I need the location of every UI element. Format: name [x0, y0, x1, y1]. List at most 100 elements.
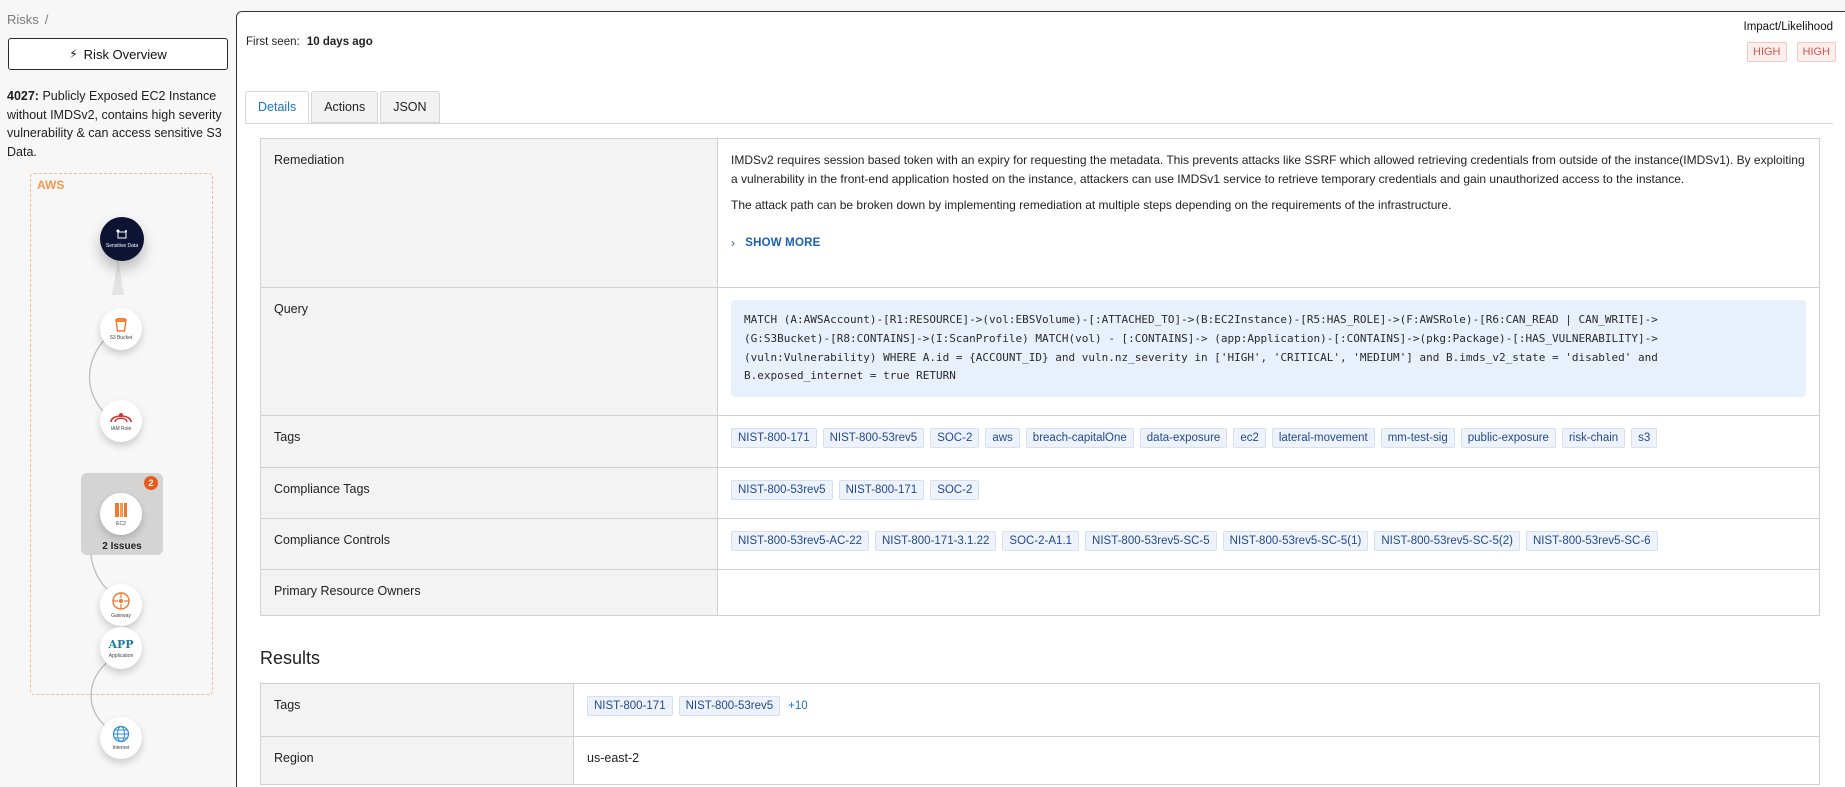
compliance-control-chip[interactable]: NIST-800-171-3.1.22	[875, 531, 997, 551]
chevron-right-icon: ›	[731, 235, 736, 250]
sensitive-data-node[interactable]: Sensitive Data	[100, 217, 144, 261]
details-table: Remediation IMDSv2 requires session base…	[260, 138, 1820, 616]
owners-value	[717, 569, 1820, 616]
tag-chip[interactable]: breach-capitalOne	[1025, 428, 1134, 448]
compliance-control-chip[interactable]: NIST-800-53rev5-SC-6	[1525, 531, 1658, 551]
compliance-controls-value: NIST-800-53rev5-AC-22 NIST-800-171-3.1.2…	[717, 518, 1820, 570]
edge-s3-to-data	[112, 258, 124, 295]
results-tags-label: Tags	[260, 683, 574, 737]
owners-label: Primary Resource Owners	[260, 569, 718, 616]
impact-likelihood-label: Impact/Likelihood	[1743, 21, 1834, 33]
compliance-tags-list: NIST-800-53rev5 NIST-800-171 SOC-2	[731, 480, 1806, 500]
query-code-block: MATCH (A:AWSAccount)-[R1:RESOURCE]->(vol…	[731, 300, 1806, 398]
ec2-issue-badge: 2	[144, 476, 158, 490]
compliance-tag-chip[interactable]: SOC-2	[930, 480, 980, 500]
compliance-controls-list: NIST-800-53rev5-AC-22 NIST-800-171-3.1.2…	[731, 531, 1806, 551]
tab-actions[interactable]: Actions	[311, 91, 379, 123]
edge-internet-to-app	[90, 659, 111, 729]
compliance-control-chip[interactable]: SOC-2-A1.1	[1002, 531, 1080, 551]
compliance-tags-label: Compliance Tags	[260, 467, 718, 519]
first-seen-value: 10 days ago	[306, 36, 373, 48]
compliance-control-chip[interactable]: NIST-800-53rev5-SC-5(2)	[1374, 531, 1520, 551]
tag-chip[interactable]: lateral-movement	[1271, 428, 1375, 448]
query-line: MATCH (A:AWSAccount)-[R1:RESOURCE]->(vol…	[744, 313, 1658, 326]
graph-edges	[89, 258, 124, 729]
impact-pill: HIGH	[1747, 42, 1787, 62]
compliance-tag-chip[interactable]: NIST-800-171	[838, 480, 925, 500]
remediation-value: IMDSv2 requires session based token with…	[717, 138, 1820, 288]
compliance-control-chip[interactable]: NIST-800-53rev5-SC-5(1)	[1222, 531, 1369, 551]
query-line: B.exposed_internet = true RETURN	[744, 369, 956, 383]
internet-node[interactable]: Internet	[100, 717, 142, 759]
iam-role-icon	[110, 413, 132, 423]
region-row: Region us-east-2	[260, 736, 1820, 785]
gateway-label: Gateway	[111, 613, 131, 619]
query-line: (G:S3Bucket)-[R8:CONTAINS]->(I:ScanProfi…	[744, 331, 1658, 345]
sensitive-data-icon	[116, 229, 127, 239]
tag-chip[interactable]: mm-test-sig	[1380, 428, 1455, 448]
compliance-controls-label: Compliance Controls	[260, 518, 718, 570]
s3-bucket-label: S3 Bucket	[109, 335, 133, 341]
ec2-issues-count: 2 Issues	[102, 541, 142, 552]
region-label: Region	[260, 736, 574, 785]
query-label: Query	[260, 287, 718, 416]
remediation-paragraph-2: The attack path can be broken down by im…	[731, 198, 1452, 212]
s3-bucket-node[interactable]: S3 Bucket	[100, 308, 142, 350]
tag-chip[interactable]: NIST-800-53rev5	[822, 428, 925, 448]
compliance-tags-value: NIST-800-53rev5 NIST-800-171 SOC-2	[717, 467, 1820, 519]
s3-bucket-icon	[115, 317, 127, 332]
tags-row: Tags NIST-800-171 NIST-800-53rev5 SOC-2 …	[260, 415, 1820, 468]
compliance-tags-row: Compliance Tags NIST-800-53rev5 NIST-800…	[260, 467, 1820, 519]
left-panel: Risks / ⚡︎ Risk Overview 4027: Publicly E…	[0, 0, 236, 787]
risk-detail-panel: First seen: 10 days ago Impact/Likelihoo…	[236, 11, 1845, 787]
compliance-control-chip[interactable]: NIST-800-53rev5-AC-22	[731, 531, 869, 551]
query-row: Query MATCH (A:AWSAccount)-[R1:RESOURCE]…	[260, 287, 1820, 416]
query-line: (vuln:Vulnerability) WHERE A.id = {ACCOU…	[744, 350, 1658, 364]
tag-chip[interactable]: aws	[985, 428, 1020, 448]
tag-chip[interactable]: SOC-2	[930, 428, 980, 448]
tag-chip[interactable]: public-exposure	[1460, 428, 1556, 448]
impact-likelihood-pills: HIGH HIGH	[1747, 42, 1836, 62]
gateway-node[interactable]: Gateway	[100, 584, 142, 626]
tab-divider	[245, 123, 1833, 124]
tab-json[interactable]: JSON	[380, 91, 440, 123]
compliance-controls-row: Compliance Controls NIST-800-53rev5-AC-2…	[260, 518, 1820, 570]
sensitive-data-label: Sensitive Data	[105, 243, 139, 249]
result-tag-chip[interactable]: NIST-800-53rev5	[678, 696, 781, 716]
ec2-label: EC2	[116, 521, 126, 527]
compliance-control-chip[interactable]: NIST-800-53rev5-SC-5	[1085, 531, 1217, 551]
first-seen: First seen: 10 days ago	[246, 36, 373, 48]
show-more-label: SHOW MORE	[745, 236, 821, 249]
remediation-paragraph-1: IMDSv2 requires session based token with…	[731, 153, 1805, 186]
tab-details[interactable]: Details	[245, 91, 310, 123]
show-more-button[interactable]: › SHOW MORE	[731, 236, 820, 250]
remediation-row: Remediation IMDSv2 requires session base…	[260, 138, 1820, 288]
tags-list: NIST-800-171 NIST-800-53rev5 SOC-2 aws b…	[731, 428, 1806, 448]
result-tag-chip[interactable]: NIST-800-171	[587, 696, 673, 716]
owners-row: Primary Resource Owners	[260, 569, 1820, 616]
tag-chip[interactable]: s3	[1631, 428, 1658, 448]
iam-role-label: IAM Role	[110, 426, 132, 432]
likelihood-pill: HIGH	[1796, 42, 1836, 62]
results-tags-row: Tags NIST-800-171 NIST-800-53rev5 +10	[260, 683, 1820, 737]
detail-tabs: Details Actions JSON	[245, 91, 442, 123]
query-value: MATCH (A:AWSAccount)-[R1:RESOURCE]->(vol…	[717, 287, 1820, 416]
results-table: Tags NIST-800-171 NIST-800-53rev5 +10 Re…	[260, 683, 1820, 785]
ec2-icon	[115, 503, 127, 517]
internet-label: Internet	[112, 745, 130, 751]
compliance-tag-chip[interactable]: NIST-800-53rev5	[731, 480, 833, 500]
ec2-node[interactable]: EC2	[100, 493, 142, 535]
tags-label: Tags	[260, 415, 718, 468]
more-tags-link[interactable]: +10	[788, 700, 808, 712]
first-seen-label: First seen:	[246, 36, 300, 48]
tag-chip[interactable]: data-exposure	[1139, 428, 1228, 448]
tag-chip[interactable]: ec2	[1233, 428, 1266, 448]
gateway-icon	[112, 592, 130, 610]
results-title: Results	[260, 648, 321, 668]
tag-chip[interactable]: risk-chain	[1561, 428, 1626, 448]
tag-chip[interactable]: NIST-800-171	[731, 428, 817, 448]
tags-value: NIST-800-171 NIST-800-53rev5 SOC-2 aws b…	[717, 415, 1820, 468]
globe-icon	[112, 725, 130, 743]
iam-role-node[interactable]: IAM Role	[100, 400, 142, 442]
application-node[interactable]: APP Application	[100, 627, 142, 669]
